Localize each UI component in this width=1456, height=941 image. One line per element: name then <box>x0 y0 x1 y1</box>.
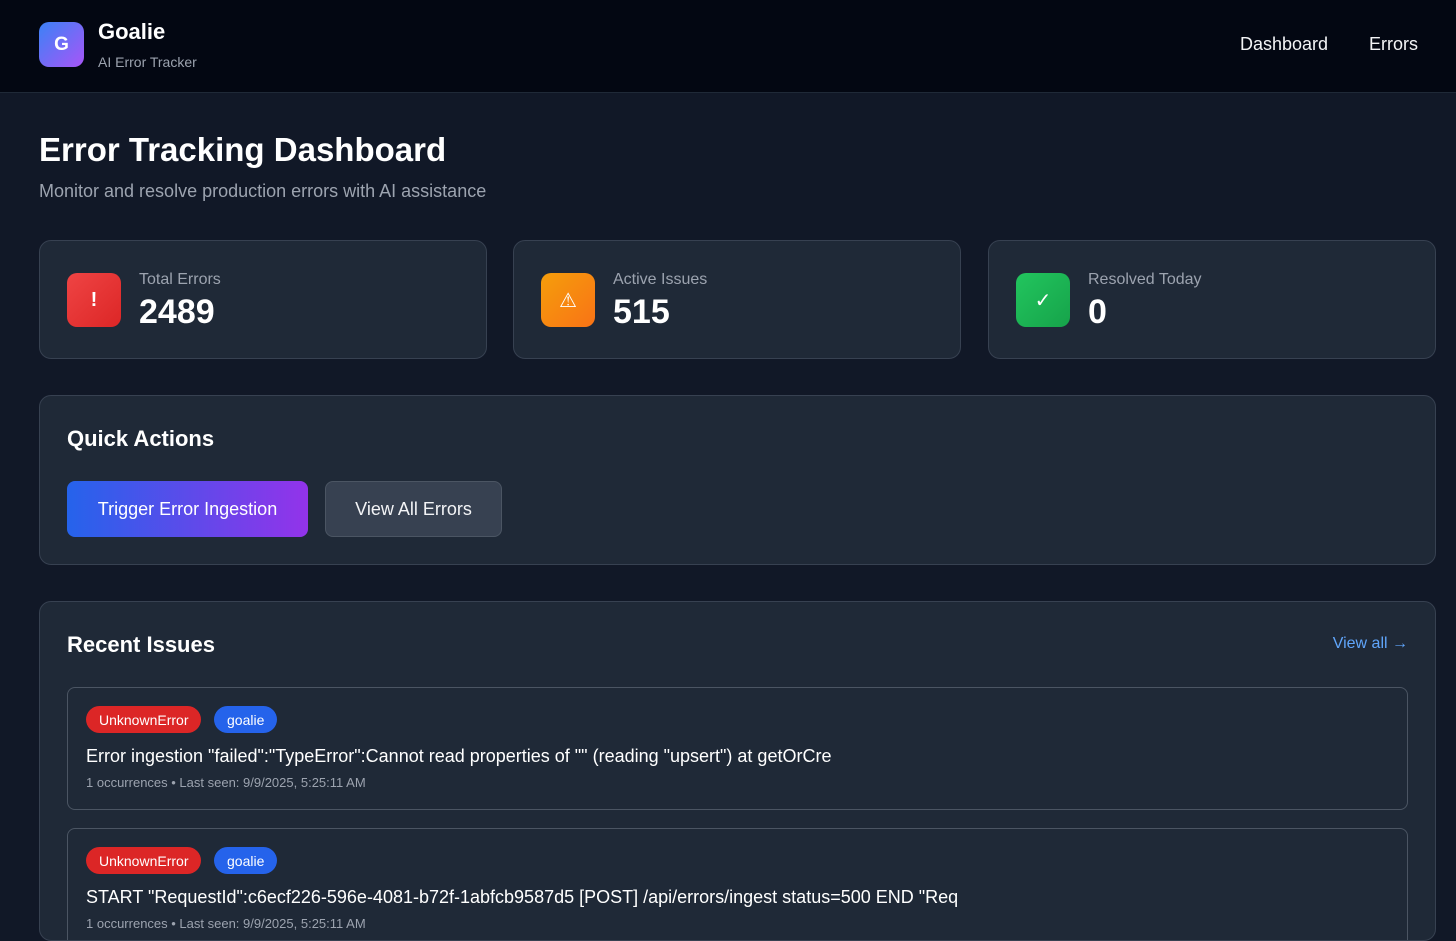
warning-icon: ⚠ <box>541 273 595 327</box>
nav-link-dashboard[interactable]: Dashboard <box>1240 34 1328 55</box>
nav-link-errors[interactable]: Errors <box>1369 34 1418 55</box>
issue-card[interactable]: UnknownError goalie Error ingestion "fai… <box>67 687 1408 810</box>
brand-subtitle: AI Error Tracker <box>98 54 197 70</box>
quick-actions-panel: Quick Actions Trigger Error Ingestion Vi… <box>39 395 1436 565</box>
exclamation-icon: ! <box>67 273 121 327</box>
brand-name: Goalie <box>98 19 166 44</box>
page-subtitle: Monitor and resolve production errors wi… <box>39 181 487 201</box>
recent-issues-title: Recent Issues <box>67 632 215 657</box>
issue-card[interactable]: UnknownError goalie START "RequestId":c6… <box>67 828 1408 940</box>
quick-actions-title: Quick Actions <box>67 426 215 451</box>
trigger-error-ingestion-button[interactable]: Trigger Error Ingestion <box>67 481 308 537</box>
stat-value: 0 <box>1088 293 1107 331</box>
issue-message: START "RequestId":c6ecf226-596e-4081-b72… <box>86 887 959 907</box>
top-navigation-bar: G Goalie AI Error Tracker Dashboard Erro… <box>0 0 1456 93</box>
issue-meta: 1 occurrences • Last seen: 9/9/2025, 5:2… <box>86 775 366 790</box>
view-all-errors-button[interactable]: View All Errors <box>325 481 502 537</box>
stat-label: Active Issues <box>613 271 708 288</box>
issue-message: Error ingestion "failed":"TypeError":Can… <box>86 746 832 766</box>
stat-card-resolved-today: ✓ Resolved Today 0 <box>988 240 1436 359</box>
stat-label: Total Errors <box>139 271 221 288</box>
view-all-link[interactable]: View all → <box>1333 635 1408 653</box>
app-logo[interactable]: G <box>39 22 84 67</box>
stat-value: 515 <box>613 293 670 331</box>
stat-card-active-issues: ⚠ Active Issues 515 <box>513 240 961 359</box>
check-icon: ✓ <box>1016 273 1070 327</box>
stat-card-total-errors: ! Total Errors 2489 <box>39 240 487 359</box>
project-badge: goalie <box>214 847 278 874</box>
error-type-badge: UnknownError <box>86 706 202 733</box>
error-type-badge: UnknownError <box>86 847 202 874</box>
stat-label: Resolved Today <box>1088 271 1202 288</box>
stat-value: 2489 <box>139 293 215 331</box>
page-title: Error Tracking Dashboard <box>39 131 447 168</box>
recent-issues-panel: Recent Issues View all → UnknownError go… <box>39 601 1436 941</box>
project-badge: goalie <box>214 706 278 733</box>
